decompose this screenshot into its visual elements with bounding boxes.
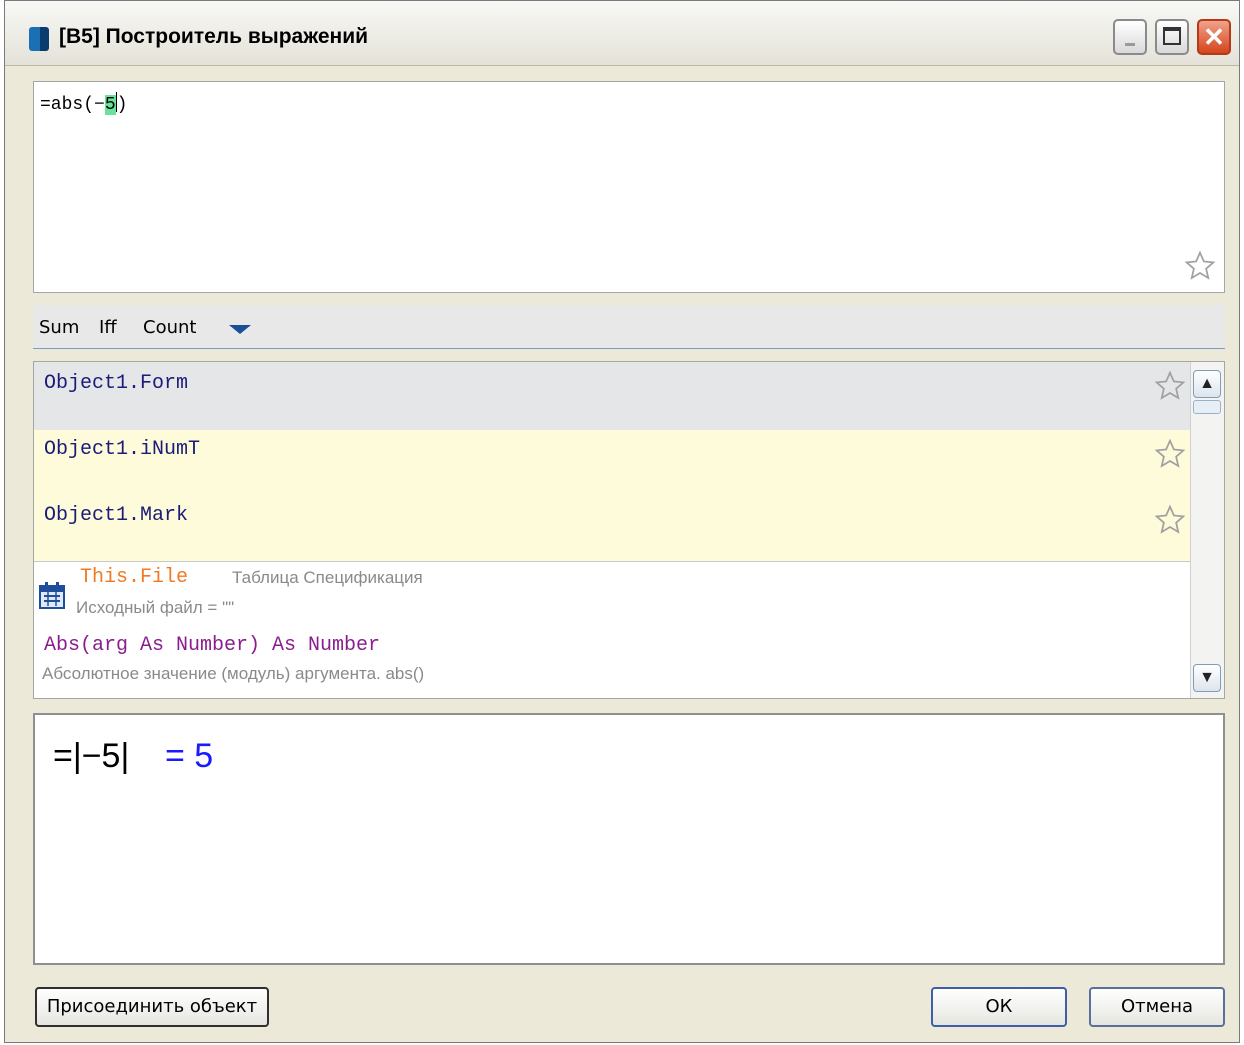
close-button[interactable]: ✕ (1197, 19, 1231, 55)
title-bar[interactable]: [B5] Построитель выражений ✕ (5, 1, 1239, 66)
function-description: Абсолютное значение (модуль) аргумента. … (42, 664, 425, 683)
list-item[interactable]: Object1.Form (34, 362, 1190, 430)
expression-editor[interactable]: =abs(−5) (33, 81, 1225, 293)
result-value: = 5 (165, 737, 214, 775)
maximize-button[interactable] (1155, 19, 1189, 55)
minimize-button[interactable] (1113, 19, 1147, 55)
favorite-star-icon[interactable] (1184, 250, 1216, 282)
favorite-star-icon[interactable] (1154, 438, 1186, 470)
quick-sum[interactable]: Sum (39, 317, 79, 338)
scroll-down-button[interactable]: ▼ (1193, 664, 1221, 692)
quick-functions-bar: Sum Iff Count (33, 305, 1225, 349)
scroll-up-button[interactable]: ▲ (1193, 370, 1221, 398)
file-object-name[interactable]: This.File (80, 566, 188, 589)
list-item-group: Object1.iNumT Object1.Mark (34, 430, 1190, 562)
list-item-label: Object1.Mark (44, 504, 189, 527)
result-expression: =|−5| (53, 737, 130, 775)
expression-text[interactable]: =abs(−5) (40, 92, 127, 115)
minimize-icon (1125, 43, 1135, 46)
list-item-label: Object1.iNumT (44, 438, 201, 461)
ok-button[interactable]: ОК (931, 987, 1067, 1027)
cancel-button[interactable]: Отмена (1089, 987, 1225, 1027)
result-preview: =|−5| = 5 (33, 713, 1225, 965)
list-item-label: Object1.Form (44, 372, 189, 395)
expression-builder-window: [B5] Построитель выражений ✕ =abs(−5) Su… (4, 0, 1240, 1043)
expression-suffix: ) (116, 95, 128, 115)
scroll-thumb[interactable] (1193, 400, 1221, 414)
quick-count[interactable]: Count (143, 317, 196, 338)
app-icon (29, 27, 49, 51)
favorite-star-icon[interactable] (1154, 370, 1186, 402)
quick-iff[interactable]: Iff (99, 317, 117, 338)
chevron-down-icon[interactable] (229, 325, 251, 334)
file-object-description: Таблица Спецификация (232, 568, 423, 587)
table-icon (39, 582, 65, 609)
vertical-scrollbar[interactable]: ▲ ▼ (1190, 362, 1224, 698)
favorite-star-icon[interactable] (1154, 504, 1186, 536)
maximize-icon (1163, 27, 1181, 45)
close-icon: ✕ (1203, 22, 1225, 52)
expression-prefix: =abs(− (40, 95, 105, 115)
function-signature[interactable]: Abs(arg As Number) As Number (44, 634, 380, 657)
window-title: [B5] Построитель выражений (59, 25, 369, 48)
suggestion-list[interactable]: Object1.Form Object1.iNumT Object1.Mark … (33, 361, 1225, 699)
attach-object-button[interactable]: Присоединить объект (35, 987, 269, 1027)
expression-highlight: 5 (104, 95, 116, 115)
file-source: Исходный файл = "" (76, 598, 235, 617)
